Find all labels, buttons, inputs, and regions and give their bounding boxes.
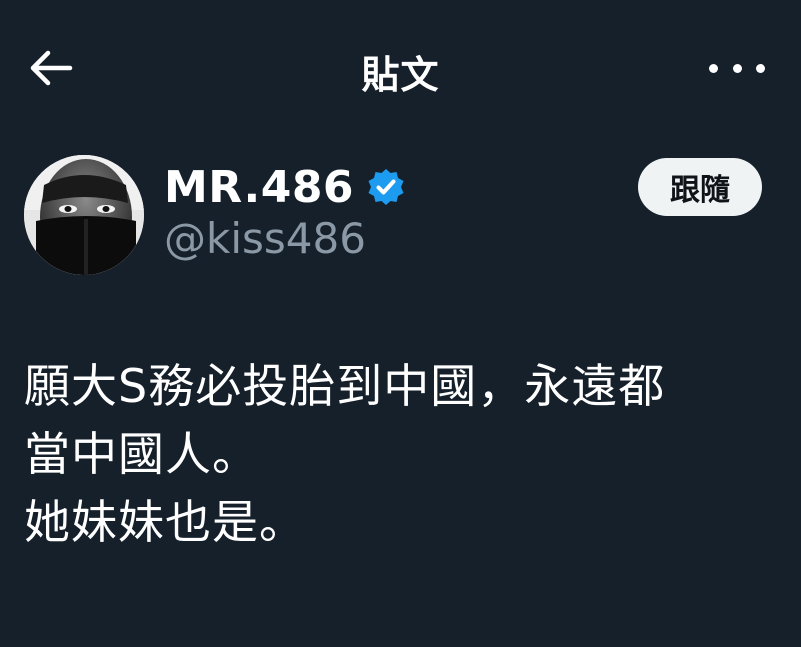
tweet-text: 願大S務必投胎到中國，永遠都 當中國人。 她妹妹也是。 xyxy=(24,352,784,556)
avatar[interactable] xyxy=(24,155,144,275)
tweet-text-line: 她妹妹也是。 xyxy=(24,495,306,549)
author-handle[interactable]: @kiss486 xyxy=(164,214,366,263)
avatar-image xyxy=(24,155,144,275)
author-display-name[interactable]: MR.486 xyxy=(164,162,354,213)
tweet-text-line: 當中國人。 xyxy=(24,427,259,481)
more-options-button[interactable] xyxy=(709,52,765,84)
post-detail-page: 貼文 MR.486 @kiss486 跟隨 願大S務必投胎到中國，永遠都 當中國… xyxy=(0,0,801,647)
top-bar: 貼文 xyxy=(0,0,801,130)
tweet-text-line: 願大S務必投胎到中國，永遠都 xyxy=(24,359,666,413)
author-name-row[interactable]: MR.486 xyxy=(164,158,408,216)
page-title: 貼文 xyxy=(361,53,440,97)
verified-badge-icon xyxy=(364,165,408,209)
follow-button[interactable]: 跟隨 xyxy=(638,158,762,216)
more-horizontal-icon xyxy=(709,63,718,73)
